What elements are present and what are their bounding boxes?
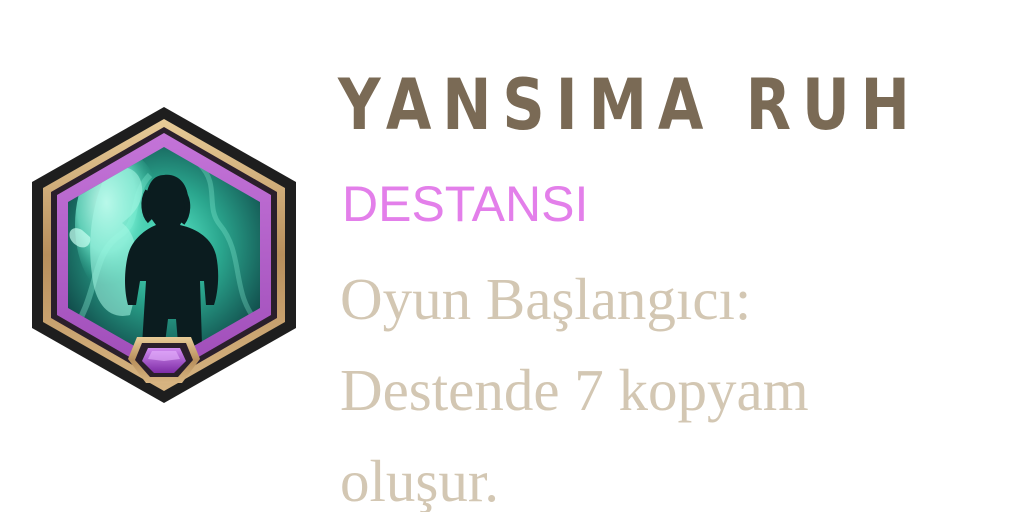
card-description: Oyun Başlangıcı: Destende 7 kopyam oluşu… — [340, 266, 809, 512]
card-name: YANSIMA RUH — [338, 64, 921, 146]
card-tooltip: YANSIMA RUH DESTANSI Oyun Başlangıcı: De… — [0, 0, 1024, 512]
spirit-reflection-portrait-icon — [32, 107, 296, 403]
card-rarity: DESTANSI — [342, 176, 589, 232]
card-badge — [30, 105, 298, 405]
